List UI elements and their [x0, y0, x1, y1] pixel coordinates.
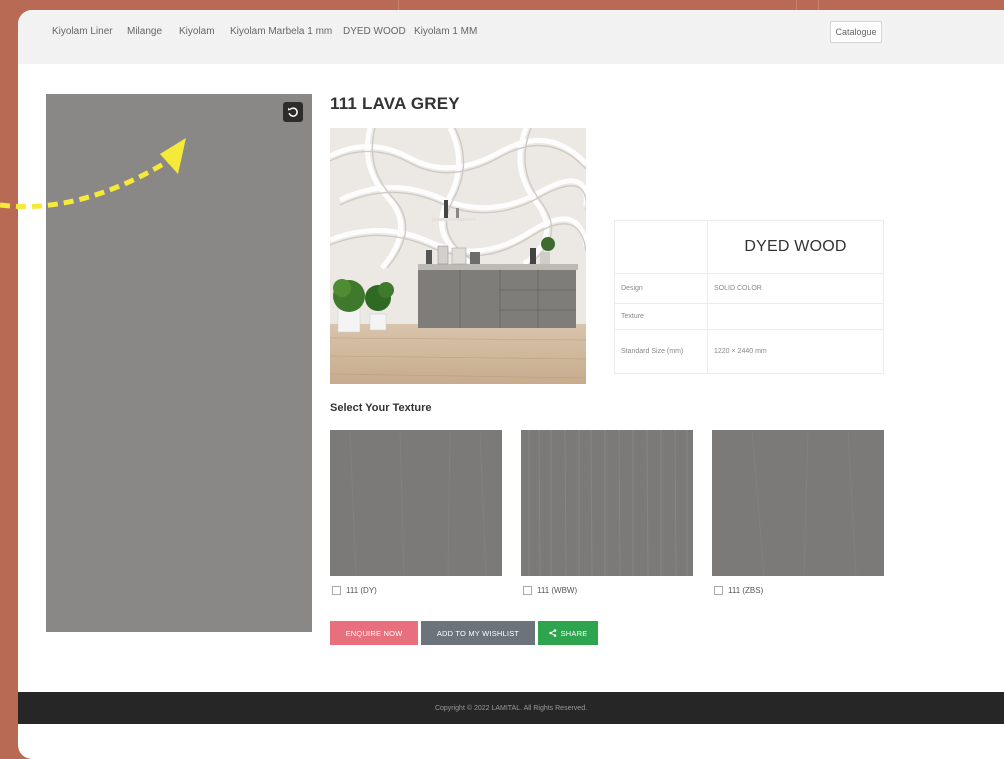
share-icon [548, 629, 556, 637]
texture-label: 111 (DY) [346, 586, 377, 595]
texture-option[interactable]: 111 (WBW) [523, 586, 577, 595]
spec-value: 1220 × 2440 mm [707, 329, 884, 374]
nav-item-milange[interactable]: Milange [127, 26, 162, 37]
texture-label: 111 (WBW) [537, 586, 578, 595]
catalogue-button[interactable]: Catalogue [830, 21, 882, 43]
share-label: SHARE [560, 628, 588, 638]
spec-label: Texture [614, 303, 708, 330]
product-room-image [330, 128, 586, 384]
product-title: 111 LAVA GREY [330, 94, 460, 113]
texture-swatch[interactable] [330, 430, 502, 576]
spec-header-blank [614, 220, 708, 274]
nav-item-kiyolam-liner[interactable]: Kiyolam Liner [52, 26, 113, 37]
spec-table: DYED WOOD Design SOLID COLOR Texture Sta… [614, 220, 884, 374]
texture-label: 111 (ZBS) [728, 586, 764, 595]
texture-swatch[interactable] [521, 430, 693, 576]
rotate-button[interactable] [283, 102, 303, 122]
texture-swatch[interactable] [712, 430, 884, 576]
enquire-now-button[interactable]: ENQUIRE NOW [330, 621, 418, 645]
texture-option[interactable]: 111 (ZBS) [714, 586, 763, 595]
web-page: Kiyolam Liner Milange Kiyolam Kiyolam Ma… [18, 10, 1004, 759]
texture-checkbox[interactable] [523, 586, 532, 595]
nav-item-kiyolam-marbela[interactable]: Kiyolam Marbela 1 mm [230, 26, 332, 37]
rotate-icon [287, 107, 298, 117]
texture-checkbox[interactable] [332, 586, 341, 595]
annotation-arrow-icon [0, 138, 186, 210]
texture-heading: Select Your Texture [330, 402, 432, 414]
share-button[interactable]: SHARE [538, 621, 598, 645]
texture-checkbox[interactable] [714, 586, 723, 595]
nav-item-kiyolam-1mm[interactable]: Kiyolam 1 MM [414, 26, 477, 37]
add-to-wishlist-button[interactable]: ADD TO MY WISHLIST [421, 621, 535, 645]
spec-brand: DYED WOOD [707, 220, 884, 274]
nav-item-dyed-wood[interactable]: DYED WOOD [343, 26, 406, 37]
footer: Copyright © 2022 LAMITAL. All Rights Res… [18, 692, 1004, 724]
top-navigation: Kiyolam Liner Milange Kiyolam Kiyolam Ma… [18, 10, 1004, 64]
nav-item-kiyolam[interactable]: Kiyolam [179, 26, 215, 37]
texture-option[interactable]: 111 (DY) [332, 586, 377, 595]
spec-label: Design [614, 273, 708, 304]
spec-value [707, 303, 884, 330]
footer-copyright: Copyright © 2022 LAMITAL. All Rights Res… [434, 704, 588, 712]
spec-value: SOLID COLOR [707, 273, 884, 304]
spec-label: Standard Size (mm) [614, 329, 708, 374]
